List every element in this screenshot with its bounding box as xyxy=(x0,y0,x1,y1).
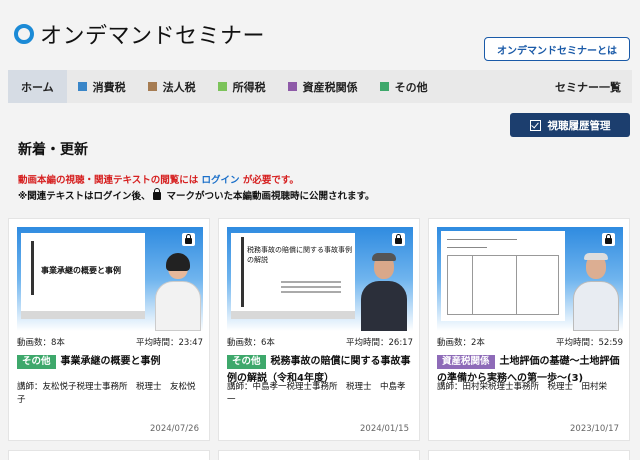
nav-item-asset-tax[interactable]: 資産税関係 xyxy=(277,70,369,103)
publish-date: 2024/07/26 xyxy=(150,424,199,434)
nav-item-label: その他 xyxy=(394,80,428,94)
slide-title: 税務事故の賠償に関する事故事例の解説 xyxy=(247,246,352,264)
lecturer-text: 講師：中島孝一税理士事務所 税理士 中島孝一 xyxy=(227,382,406,405)
about-seminar-button[interactable]: オンデマンドセミナーとは xyxy=(484,37,630,61)
lock-icon xyxy=(182,233,195,246)
checkbox-icon xyxy=(529,119,541,131)
logo-ring-icon xyxy=(14,24,34,44)
section-title: 新着・更新 xyxy=(18,142,88,158)
nav-item-seminar-list[interactable]: セミナー一覧 xyxy=(544,70,632,103)
text-notice: ※関連テキストはログイン後、 マークがついた本編動画視聴時に公開されます。 xyxy=(18,188,375,202)
slide-image: 税務事故の賠償に関する事故事例の解説 xyxy=(231,233,355,319)
notice-text: 動画本編の視聴・関連テキストの閲覧には xyxy=(18,175,199,186)
nav-item-other[interactable]: その他 xyxy=(369,70,439,103)
nav-item-label: 消費税 xyxy=(92,80,126,94)
seminar-card-next[interactable] xyxy=(218,450,420,460)
login-link[interactable]: ログイン xyxy=(202,175,240,186)
nav-item-income-tax[interactable]: 所得税 xyxy=(207,70,277,103)
slide-image: 事業承継の概要と事例 xyxy=(21,233,145,319)
nav-item-label: ホーム xyxy=(21,80,54,94)
slide-title: 事業承継の概要と事例 xyxy=(41,266,121,275)
category-square-icon xyxy=(217,82,227,91)
seminar-card[interactable]: 事業承継の概要と事例 動画数：8本 平均時間：23:47 その他 事業承継の概要と… xyxy=(8,218,210,441)
average-duration: 平均時間：23:47 xyxy=(136,338,203,348)
nav-item-label: 所得税 xyxy=(232,80,266,94)
seminar-card[interactable]: 税務事故の賠償に関する事故事例の解説 動画数：6本 平均時間：26:17 その他… xyxy=(218,218,420,441)
nav-item-corporate-tax[interactable]: 法人税 xyxy=(137,70,207,103)
lock-icon xyxy=(602,233,615,246)
login-notice: 動画本編の視聴・関連テキストの閲覧には ログイン が必要です。 xyxy=(18,172,299,186)
site-header: オンデマンドセミナー オンデマンドセミナーとは xyxy=(0,0,640,70)
publish-date: 2024/01/15 xyxy=(360,424,409,434)
nav-item-home[interactable]: ホーム xyxy=(8,70,67,103)
category-tag: その他 xyxy=(17,355,56,369)
publish-date: 2023/10/17 xyxy=(570,424,619,434)
category-square-icon xyxy=(77,82,87,91)
notice-text: ※関連テキストはログイン後、 xyxy=(18,191,151,202)
viewing-history-button[interactable]: 視聴履歴管理 xyxy=(510,113,630,137)
video-thumbnail[interactable]: 事業承継の概要と事例 xyxy=(17,227,203,331)
seminar-card-next[interactable] xyxy=(8,450,210,460)
seminar-card[interactable]: 動画数：2本 平均時間：52:59 資産税関係 土地評価の基礎～土地評価の準備から… xyxy=(428,218,630,441)
lecturer-text: 講師：友松悦子税理士事務所 税理士 友松悦子 xyxy=(17,382,196,405)
lock-icon xyxy=(153,188,162,200)
category-square-icon xyxy=(287,82,297,91)
lecturer-image xyxy=(155,253,201,331)
video-thumbnail[interactable] xyxy=(437,227,623,331)
category-tag: 資産税関係 xyxy=(437,355,495,369)
category-square-icon xyxy=(379,82,389,91)
slide-image xyxy=(441,231,565,321)
nav-item-label: 資産税関係 xyxy=(302,80,358,94)
video-meta: 動画数：6本 平均時間：26:17 xyxy=(227,336,413,348)
card-title[interactable]: その他 事業承継の概要と事例 xyxy=(17,353,205,370)
lock-icon xyxy=(392,233,405,246)
nav-item-label: 法人税 xyxy=(162,80,196,94)
category-square-icon xyxy=(147,82,157,91)
viewing-history-label: 視聴履歴管理 xyxy=(547,119,611,132)
nav-item-consumption-tax[interactable]: 消費税 xyxy=(67,70,137,103)
video-meta: 動画数：8本 平均時間：23:47 xyxy=(17,336,203,348)
video-meta: 動画数：2本 平均時間：52:59 xyxy=(437,336,623,348)
video-thumbnail[interactable]: 税務事故の賠償に関する事故事例の解説 xyxy=(227,227,413,331)
logo-text: オンデマンドセミナー xyxy=(40,24,266,49)
seminar-card-next[interactable] xyxy=(428,450,630,460)
site-logo[interactable]: オンデマンドセミナー xyxy=(14,18,265,50)
average-duration: 平均時間：26:17 xyxy=(346,338,413,348)
category-tag: その他 xyxy=(227,355,266,369)
lecturer-text: 講師：田村栄税理士事務所 税理士 田村栄 xyxy=(437,382,608,392)
average-duration: 平均時間：52:59 xyxy=(556,338,623,348)
lecturer-image xyxy=(361,253,407,331)
lecturer-image xyxy=(573,253,619,331)
main-nav: ホーム 消費税 法人税 所得税 資産税関係 その他 セミナー一覧 xyxy=(8,70,632,103)
video-count: 動画数：2本 xyxy=(437,338,485,348)
notice-text: マークがついた本編動画視聴時に公開されます。 xyxy=(166,191,375,202)
card-title-text: 事業承継の概要と事例 xyxy=(60,356,161,367)
video-count: 動画数：6本 xyxy=(227,338,275,348)
notice-text: が必要です。 xyxy=(242,175,299,186)
video-count: 動画数：8本 xyxy=(17,338,65,348)
